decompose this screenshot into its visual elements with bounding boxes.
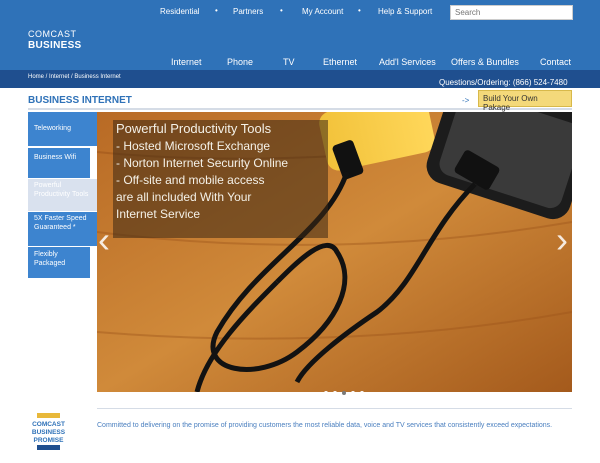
- badge-line1: COMCAST: [32, 421, 65, 428]
- carousel-dot[interactable]: [333, 391, 337, 395]
- hero-line: - Norton Internet Security Online: [116, 156, 289, 170]
- nav-residential[interactable]: Residential: [160, 7, 200, 19]
- carousel-dot[interactable]: [324, 391, 328, 395]
- nav-separator: •: [358, 6, 361, 15]
- sidebar-item-flexibly-packaged[interactable]: Flexibly Packaged: [28, 247, 90, 278]
- arrow-icon: ->: [462, 96, 470, 105]
- hero-line: - Hosted Microsoft Exchange: [116, 139, 271, 153]
- carousel-dot[interactable]: [360, 391, 364, 395]
- badge-line3: PROMISE: [34, 437, 65, 444]
- search-input[interactable]: [450, 5, 573, 20]
- nav-ethernet[interactable]: Ethernet: [323, 57, 357, 67]
- hero-line: - Off-site and mobile access: [116, 173, 265, 187]
- logo-comcast[interactable]: COMCAST: [28, 29, 77, 39]
- nav-my-account[interactable]: My Account: [302, 7, 343, 19]
- badge-line2: BUSINESS: [32, 429, 66, 436]
- nav-help-support[interactable]: Help & Support: [378, 7, 432, 19]
- carousel-dot[interactable]: [351, 391, 355, 395]
- carousel-dot[interactable]: [342, 391, 346, 395]
- hero-title: Powerful Productivity Tools: [116, 121, 272, 136]
- nav-separator: •: [280, 6, 283, 15]
- phone-number: Questions/Ordering: (866) 524-7480: [439, 78, 568, 87]
- nav-addl-services[interactable]: Add'l Services: [379, 57, 436, 67]
- promise-statement: Committed to delivering on the promise o…: [97, 422, 553, 429]
- carousel-pagination: [324, 382, 369, 400]
- chevron-left-icon[interactable]: ‹: [98, 222, 110, 258]
- breadcrumb[interactable]: Home / Internet / Business Internet: [28, 74, 121, 80]
- page-title: BUSINESS INTERNET: [28, 95, 132, 106]
- sidebar-item-faster-speed[interactable]: 5X Faster Speed Guaranteed *: [28, 212, 97, 246]
- sidebar-item-business-wifi[interactable]: Business Wifi: [28, 148, 90, 178]
- nav-contact[interactable]: Contact: [540, 57, 571, 67]
- build-package-button[interactable]: Build Your Own Pakage: [478, 90, 572, 112]
- logo-business[interactable]: BUSINESS: [28, 40, 82, 51]
- chevron-right-icon[interactable]: ›: [556, 222, 568, 258]
- hero-line: Internet Service: [116, 207, 201, 221]
- sidebar-item-teleworking[interactable]: Teleworking: [28, 112, 97, 146]
- sidebar-item-productivity-tools[interactable]: Powerful Productivity Tools: [28, 179, 97, 211]
- footer-divider: [97, 408, 572, 409]
- nav-internet[interactable]: Internet: [171, 57, 202, 67]
- nav-separator: •: [215, 6, 218, 15]
- comcast-business-promise-badge: COMCAST BUSINESS PROMISE: [32, 413, 66, 450]
- nav-partners[interactable]: Partners: [233, 7, 263, 19]
- hero-line: are all included With Your: [116, 190, 252, 204]
- nav-offers-bundles[interactable]: Offers & Bundles: [451, 57, 519, 67]
- nav-tv[interactable]: TV: [283, 57, 295, 67]
- nav-phone[interactable]: Phone: [227, 57, 253, 67]
